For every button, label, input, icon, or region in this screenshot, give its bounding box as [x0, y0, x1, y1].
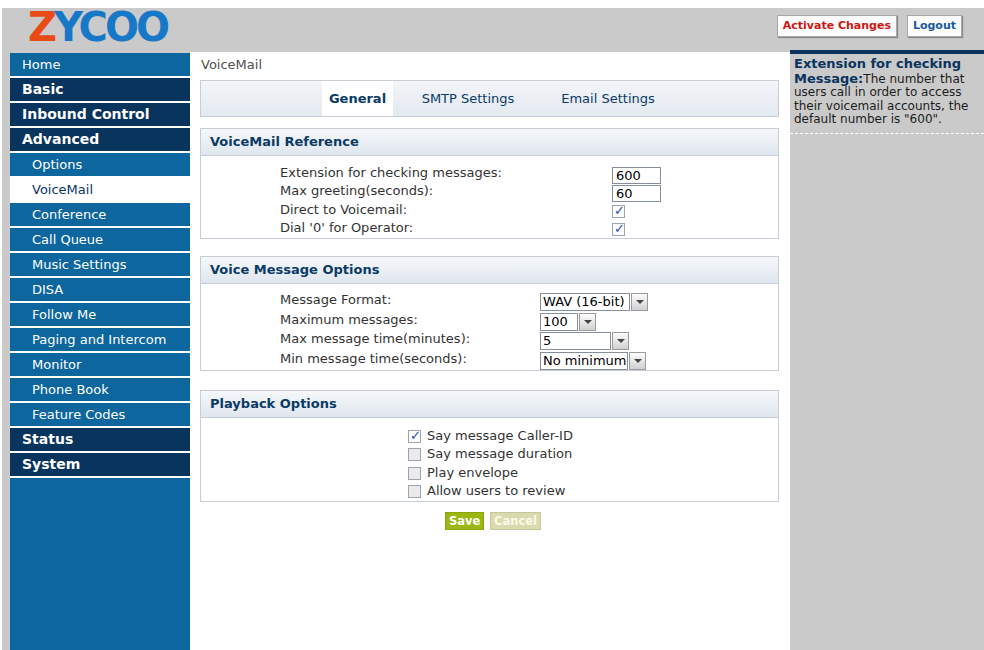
section-body: Message Format: WAV (16-bit) Maximum messa…	[201, 284, 778, 370]
tab-spacer	[201, 81, 322, 116]
field-label: Dial '0' for Operator:	[280, 220, 413, 235]
field-label: Min message time(seconds):	[280, 351, 467, 366]
field-label: Maximum messages:	[280, 312, 418, 327]
select-value: 100	[540, 313, 578, 331]
logout-button[interactable]: Logout	[907, 15, 962, 37]
sidebar-item-paging-and-intercom[interactable]: Paging and Intercom	[10, 328, 190, 351]
field-control	[612, 164, 661, 184]
sidebar-item-options[interactable]: Options	[10, 153, 190, 176]
section-title: VoiceMail Reference	[201, 129, 778, 156]
section-voicemail-reference: VoiceMail ReferenceExtension for checkin…	[200, 128, 779, 239]
select-min-message-time-seconds[interactable]: No minimum	[540, 352, 646, 370]
checkbox-play-envelope[interactable]	[408, 467, 421, 480]
dropdown-arrow-icon[interactable]	[579, 313, 596, 331]
select-max-message-time-minutes[interactable]: 5	[540, 332, 629, 350]
field-control	[612, 182, 661, 202]
field-label: Message Format:	[280, 292, 391, 307]
field-control	[612, 219, 625, 238]
sidebar-item-home[interactable]: Home	[10, 53, 190, 76]
field-control: No minimum	[540, 350, 646, 370]
activate-changes-button[interactable]: Activate Changes	[777, 15, 897, 37]
checkbox-dial-0-for-operator[interactable]	[612, 223, 625, 236]
tab-email-settings[interactable]: Email Settings	[543, 81, 673, 116]
sidebar-item-music-settings[interactable]: Music Settings	[10, 253, 190, 276]
section-voice-message-options: Voice Message Options Message Format: WAV …	[200, 256, 779, 371]
checkbox-allow-users-to-review[interactable]	[408, 485, 421, 498]
sidebar-item-feature-codes[interactable]: Feature Codes	[10, 403, 190, 426]
sidebar-item-monitor[interactable]: Monitor	[10, 353, 190, 376]
select-value: No minimum	[540, 352, 628, 370]
sidebar-filler	[10, 478, 190, 650]
section-title: Playback Options	[201, 391, 778, 418]
checkbox-direct-to-voicemail[interactable]	[612, 205, 625, 218]
playback-option-row: Allow users to review	[408, 483, 565, 498]
logo-rest: YCOO	[54, 4, 167, 50]
field-control: 100	[540, 311, 596, 331]
section-title: Voice Message Options	[201, 257, 778, 284]
checkbox-say-message-duration[interactable]	[408, 448, 421, 461]
checkbox-label: Say message Caller-ID	[427, 428, 573, 443]
section-playback-options: Playback OptionsSay message Caller-IDSay…	[200, 390, 779, 502]
sidebar-item-call-queue[interactable]: Call Queue	[10, 228, 190, 251]
sidebar-item-disa[interactable]: DISA	[10, 278, 190, 301]
help-text: Extension for checking Message:The numbe…	[790, 54, 984, 134]
sidebar-item-follow-me[interactable]: Follow Me	[10, 303, 190, 326]
checkbox-label: Play envelope	[427, 465, 518, 480]
field-label: Extension for checking messages:	[280, 165, 502, 180]
section-body: Extension for checking messages: Max gree…	[201, 156, 778, 238]
field-label: Direct to Voicemail:	[280, 202, 407, 217]
field-label: Max greeting(seconds):	[280, 183, 433, 198]
page-title: VoiceMail	[201, 57, 262, 72]
tab-bar: GeneralSMTP SettingsEmail Settings	[200, 80, 779, 117]
sidebar-item-inbound-control[interactable]: Inbound Control	[10, 103, 190, 126]
field-control: WAV (16-bit)	[540, 291, 648, 311]
field-label: Max message time(minutes):	[280, 331, 470, 346]
tab-general[interactable]: General	[322, 81, 393, 116]
sidebar-item-voicemail[interactable]: VoiceMail	[10, 178, 190, 201]
checkbox-say-message-caller-id[interactable]	[408, 430, 421, 443]
help-panel: Extension for checking Message:The numbe…	[790, 50, 984, 134]
sidebar-item-conference[interactable]: Conference	[10, 203, 190, 226]
field-control: 5	[540, 330, 629, 350]
logo-z: Z	[28, 4, 54, 50]
field-control	[612, 201, 625, 220]
cancel-button[interactable]: Cancel	[490, 512, 541, 530]
section-body: Say message Caller-ID Say message duratio…	[201, 418, 778, 501]
tab-smtp-settings[interactable]: SMTP Settings	[393, 81, 543, 116]
select-maximum-messages[interactable]: 100	[540, 313, 596, 331]
dropdown-arrow-icon[interactable]	[631, 293, 648, 311]
zycoo-logo: ZYCOO	[28, 4, 167, 50]
dropdown-arrow-icon[interactable]	[612, 332, 629, 350]
page: ZYCOO Activate Changes Logout HomeBasicI…	[0, 0, 984, 650]
select-value: WAV (16-bit)	[540, 293, 630, 311]
left-white-strip	[0, 0, 2, 650]
checkbox-label: Allow users to review	[427, 483, 565, 498]
sidebar-item-basic[interactable]: Basic	[10, 78, 190, 101]
sidebar-item-system[interactable]: System	[10, 453, 190, 476]
playback-option-row: Say message duration	[408, 446, 572, 461]
main-content: VoiceMail GeneralSMTP SettingsEmail Sett…	[190, 52, 790, 650]
playback-option-row: Play envelope	[408, 465, 518, 480]
sidebar-item-status[interactable]: Status	[10, 428, 190, 451]
select-value: 5	[540, 332, 611, 350]
sidebar-item-phone-book[interactable]: Phone Book	[10, 378, 190, 401]
playback-option-row: Say message Caller-ID	[408, 428, 573, 443]
checkbox-label: Say message duration	[427, 446, 572, 461]
sidebar-item-advanced[interactable]: Advanced	[10, 128, 190, 151]
select-message-format[interactable]: WAV (16-bit)	[540, 293, 648, 311]
sidebar-nav: HomeBasicInbound ControlAdvancedOptionsV…	[10, 53, 190, 650]
dropdown-arrow-icon[interactable]	[629, 352, 646, 370]
save-button[interactable]: Save	[445, 512, 484, 530]
